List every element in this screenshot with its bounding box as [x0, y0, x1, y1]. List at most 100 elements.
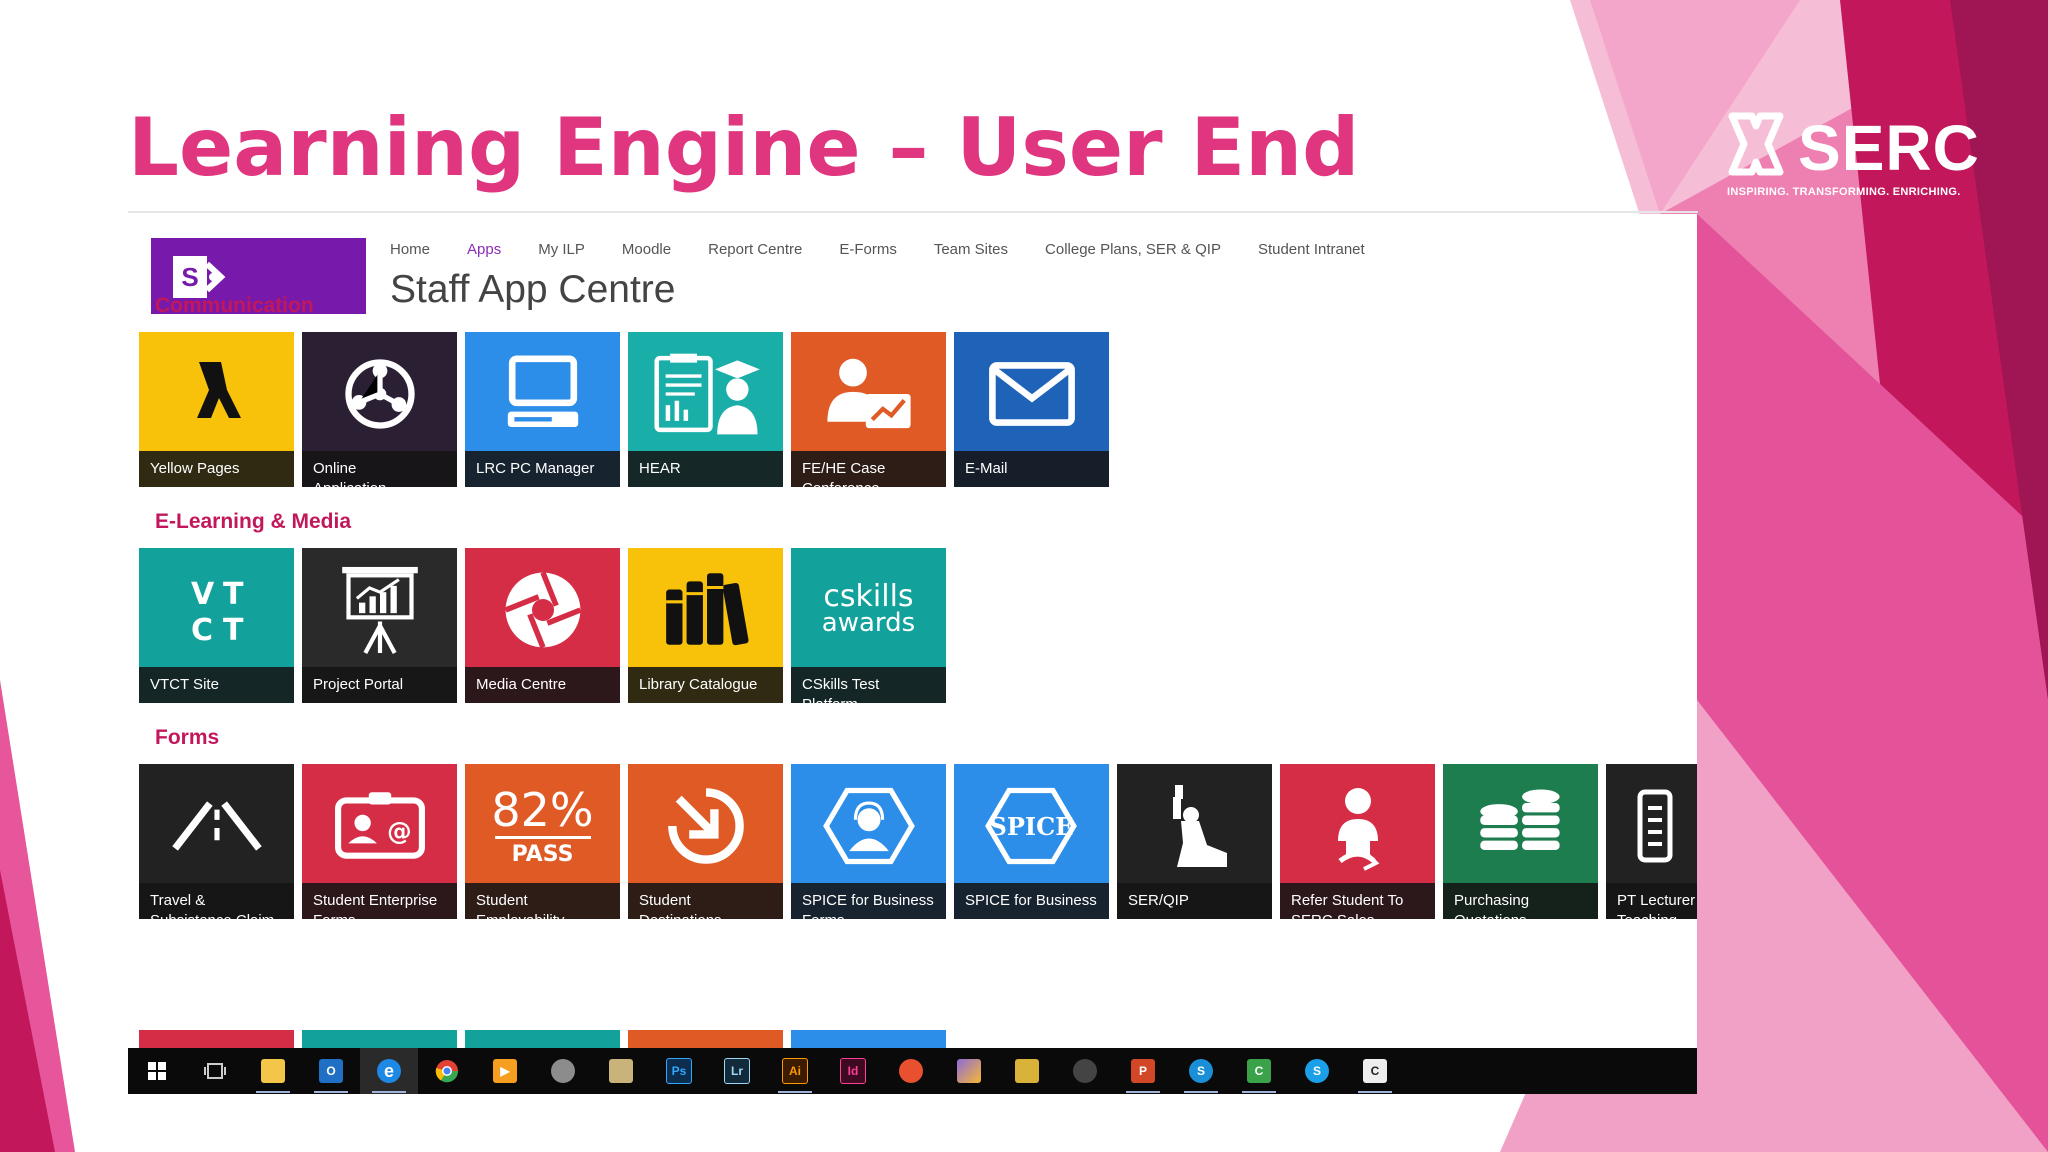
contact-card-icon: @ [334, 792, 425, 859]
serc-logo: SERC INSPIRING. TRANSFORMING. ENRICHING. [1720, 108, 1979, 208]
file-explorer-icon[interactable] [244, 1048, 302, 1094]
tile-label: Library Catalogue [639, 676, 758, 693]
swirl-app-icon[interactable] [882, 1048, 940, 1094]
tile-label: HEAR [639, 460, 681, 477]
edge-icon[interactable]: e [360, 1048, 418, 1094]
envelope-icon [988, 362, 1075, 426]
pass-rate-sub: PASS [511, 841, 574, 867]
spice-logo-icon: SPICE [954, 764, 1109, 888]
presentation-board-icon [341, 566, 418, 655]
tile-vtct-site[interactable]: V T C T VTCT Site [139, 548, 294, 703]
tile-label: Online Application… [313, 460, 401, 487]
tile-label: Purchasing Quotations [1454, 892, 1530, 919]
task-view-icon[interactable] [186, 1048, 244, 1094]
illustrator-icon[interactable]: Ai [766, 1048, 824, 1094]
tile-cskills-test-platform[interactable]: cskills awards CSkills Test Platform [791, 548, 946, 703]
chrome-glyph [435, 1060, 459, 1083]
nav-team-sites[interactable]: Team Sites [934, 241, 1008, 258]
nav-student-intranet[interactable]: Student Intranet [1258, 241, 1365, 258]
game-icon[interactable] [998, 1048, 1056, 1094]
nav-moodle[interactable]: Moodle [622, 241, 671, 258]
site-title: Staff App Centre [390, 268, 676, 311]
nav-apps[interactable]: Apps [467, 241, 501, 258]
tile-online-application[interactable]: Online Application… [302, 332, 457, 487]
svg-text:T: T [223, 613, 244, 648]
windows-taskbar: O e ▶ Ps Lr Ai Id P S C S C [128, 1048, 1697, 1094]
lightroom-icon[interactable]: Lr [708, 1048, 766, 1094]
nav-home[interactable]: Home [390, 241, 430, 258]
refer-person-icon [1337, 788, 1379, 871]
tile-row-communication: Yellow Pages Online Application… LRC PC … [139, 332, 1109, 487]
section-heading-e-learning: E-Learning & Media [155, 510, 352, 533]
tile-media-centre[interactable]: Media Centre [465, 548, 620, 703]
powerpoint-icon[interactable]: P [1114, 1048, 1172, 1094]
nav-college-plans[interactable]: College Plans, SER & QIP [1045, 241, 1221, 258]
cskills-logo-icon: cskills awards [791, 548, 946, 672]
tile-label: Yellow Pages [150, 460, 240, 477]
camtasia-icon[interactable]: C [1230, 1048, 1288, 1094]
photos-icon[interactable] [940, 1048, 998, 1094]
indesign-icon[interactable]: Id [824, 1048, 882, 1094]
settings-tool-icon[interactable] [534, 1048, 592, 1094]
nav-report-centre[interactable]: Report Centre [708, 241, 802, 258]
computer-icon [507, 355, 578, 427]
tile-hear[interactable]: HEAR [628, 332, 783, 487]
slide-title: Learning Engine – User End [128, 101, 1360, 194]
spice-logo-text: SPICE [989, 811, 1074, 841]
partial-tile[interactable] [791, 1030, 946, 1048]
photoshop-icon[interactable]: Ps [650, 1048, 708, 1094]
tile-lrc-pc-manager[interactable]: LRC PC Manager [465, 332, 620, 487]
graduate-clipboard-icon [653, 353, 760, 435]
partial-tile[interactable] [465, 1030, 620, 1048]
tile-ser-qip[interactable]: SER/QIP [1117, 764, 1272, 919]
obs-icon[interactable] [1056, 1048, 1114, 1094]
nav-e-forms[interactable]: E-Forms [839, 241, 897, 258]
skype-icon[interactable]: S [1288, 1048, 1346, 1094]
tile-label: PT Lecturer Teaching [1617, 892, 1696, 919]
tile-label: LRC PC Manager [476, 460, 595, 477]
tile-travel-subsistence[interactable]: Travel & Subsistence Claim [139, 764, 294, 919]
partial-tile[interactable] [628, 1030, 783, 1048]
aperture-icon [504, 571, 581, 649]
camtasia-recorder-icon[interactable]: C [1346, 1048, 1404, 1094]
tile-student-destinations[interactable]: Student Destinations [628, 764, 783, 919]
tile-project-portal[interactable]: Project Portal [302, 548, 457, 703]
sharepoint-screenshot: S Home Apps My ILP Moodle Report Centre … [128, 214, 1697, 1048]
tile-row-e-learning: V T C T VTCT Site Project Portal Media C… [139, 548, 946, 703]
notepad-icon[interactable] [592, 1048, 650, 1094]
tile-label: E-Mail [965, 460, 1008, 477]
serc-x-mark-icon [1728, 112, 1784, 176]
tile-label: Student Employability [476, 892, 564, 919]
serc-logo-text: SERC [1798, 112, 1980, 184]
partial-tile[interactable] [302, 1030, 457, 1048]
arrow-target-icon [667, 788, 744, 864]
outlook-icon[interactable]: O [302, 1048, 360, 1094]
windows-start-icon[interactable] [128, 1048, 186, 1094]
tile-row-forms: Travel & Subsistence Claim @ Student Ent… [139, 764, 1697, 919]
tile-student-enterprise[interactable]: @ Student Enterprise Forms [302, 764, 457, 919]
windows-logo-icon [148, 1062, 166, 1080]
pass-rate-divider [494, 835, 591, 839]
tile-spice-business[interactable]: SPICE SPICE for Business [954, 764, 1109, 919]
document-icon [1637, 789, 1673, 863]
nav-my-ilp[interactable]: My ILP [538, 241, 585, 258]
tile-fe-he-case-conference[interactable]: FE/HE Case Conference [791, 332, 946, 487]
chrome-icon[interactable] [418, 1048, 476, 1094]
skype-business-icon[interactable]: S [1172, 1048, 1230, 1094]
tile-spice-business-forms[interactable]: SPICE for Business Forms [791, 764, 946, 919]
serc-tagline: INSPIRING. TRANSFORMING. ENRICHING. [1727, 186, 1961, 198]
road-icon [171, 801, 262, 851]
media-player-icon[interactable]: ▶ [476, 1048, 534, 1094]
tile-refer-student[interactable]: Refer Student To SERC Sales [1280, 764, 1435, 919]
pass-rate-value: 82% [491, 782, 594, 837]
coin-stacks-icon [1479, 789, 1560, 851]
tile-purchasing-quotations[interactable]: Purchasing Quotations [1443, 764, 1598, 919]
tile-label: VTCT Site [150, 676, 219, 693]
walking-fingers-icon [196, 362, 241, 418]
tile-e-mail[interactable]: E-Mail [954, 332, 1109, 487]
tile-library-catalogue[interactable]: Library Catalogue [628, 548, 783, 703]
partial-tile[interactable] [139, 1030, 294, 1048]
tile-pt-lecturer[interactable]: PT Lecturer Teaching [1606, 764, 1697, 919]
tile-student-employability[interactable]: 82% PASS Student Employability [465, 764, 620, 919]
tile-yellow-pages[interactable]: Yellow Pages [139, 332, 294, 487]
